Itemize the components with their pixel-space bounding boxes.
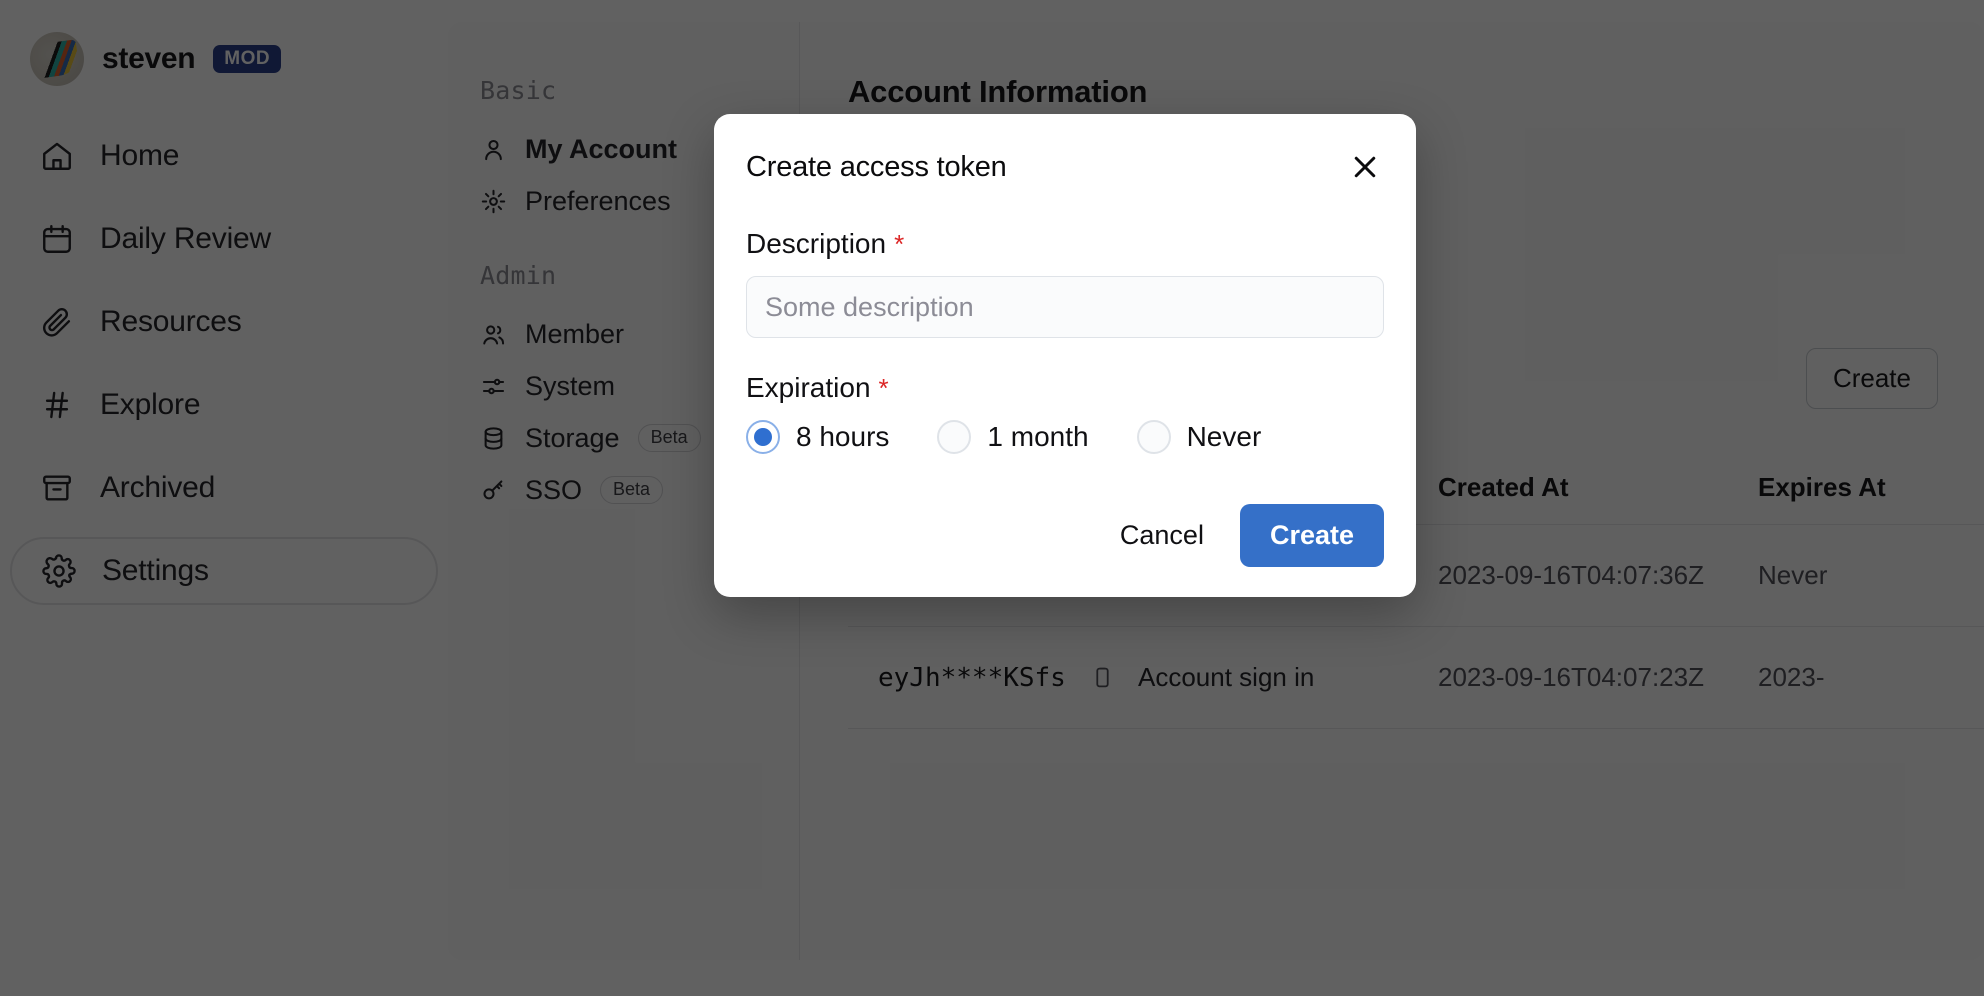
radio-option-never[interactable]: Never <box>1137 420 1262 454</box>
radio-option-8-hours[interactable]: 8 hours <box>746 420 889 454</box>
expiration-label: Expiration <box>746 372 871 404</box>
description-label-row: Description * <box>746 228 1384 260</box>
radio-label: 8 hours <box>796 421 889 453</box>
radio-indicator <box>937 420 971 454</box>
radio-label: Never <box>1187 421 1262 453</box>
radio-label: 1 month <box>987 421 1088 453</box>
create-access-token-dialog: Create access token Description * Expira… <box>714 114 1416 597</box>
cancel-button[interactable]: Cancel <box>1098 506 1226 565</box>
description-field-group: Description * <box>746 228 1384 338</box>
dialog-actions: Cancel Create <box>746 504 1384 567</box>
description-label: Description <box>746 228 886 260</box>
confirm-create-button[interactable]: Create <box>1240 504 1384 567</box>
radio-option-1-month[interactable]: 1 month <box>937 420 1088 454</box>
close-button[interactable] <box>1346 148 1384 186</box>
radio-indicator <box>746 420 780 454</box>
expiration-label-row: Expiration * <box>746 372 1384 404</box>
dialog-header: Create access token <box>746 148 1384 186</box>
expiration-radio-group: 8 hours 1 month Never <box>746 420 1384 454</box>
required-marker: * <box>894 229 904 260</box>
description-input[interactable] <box>746 276 1384 338</box>
expiration-field-group: Expiration * 8 hours 1 month Never <box>746 372 1384 454</box>
dialog-title: Create access token <box>746 151 1007 184</box>
radio-indicator <box>1137 420 1171 454</box>
required-marker: * <box>879 373 889 404</box>
close-icon <box>1350 152 1380 182</box>
